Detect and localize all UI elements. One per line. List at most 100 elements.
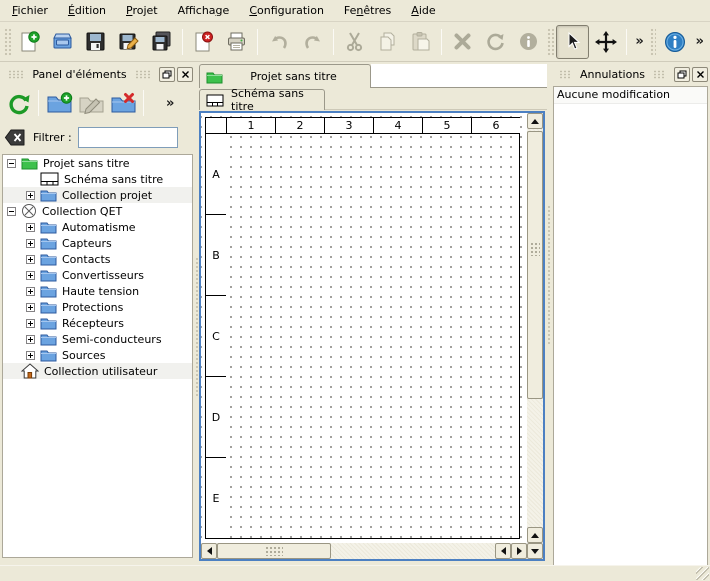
panel-toolbar-overflow-button[interactable]: »	[162, 96, 178, 111]
save-as-button[interactable]	[112, 25, 145, 59]
main-toolbar: » »	[0, 22, 710, 62]
print-button[interactable]	[220, 25, 253, 59]
close-file-icon	[192, 30, 215, 53]
menu-projet[interactable]: Projet	[116, 1, 168, 21]
undo-icon	[268, 30, 291, 53]
info-blue-icon	[663, 30, 687, 54]
reload-icon	[5, 90, 32, 117]
tree-item-collection-qet[interactable]: Collection QET	[3, 203, 192, 219]
open-project-button[interactable]	[46, 25, 79, 59]
menu-fenetres[interactable]: Fenêtres	[334, 1, 401, 21]
row-header: C	[206, 296, 226, 377]
toolbar-drag-handle[interactable]	[4, 28, 11, 56]
expand-expander-icon[interactable]	[26, 255, 35, 264]
schema-canvas[interactable]: 1 2 3 4 5 6 A B C D E	[201, 113, 527, 543]
expand-expander-icon[interactable]	[26, 223, 35, 232]
tree-item-contacts[interactable]: Contacts	[3, 251, 192, 267]
tree-item-schema[interactable]: Schéma sans titre	[3, 171, 192, 187]
tab-projet-sans-titre[interactable]: Projet sans titre	[199, 64, 371, 88]
toolbar-overflow-button[interactable]: »	[631, 34, 647, 49]
home-icon	[21, 363, 39, 379]
toolbar-separator	[333, 29, 334, 55]
tree-item-sources[interactable]: Sources	[3, 347, 192, 363]
expand-expander-icon[interactable]	[26, 351, 35, 360]
float-panel-button[interactable]	[159, 67, 175, 82]
expand-expander-icon[interactable]	[26, 287, 35, 296]
tree-item-project[interactable]: Projet sans titre	[3, 155, 192, 171]
move-tool-button[interactable]	[589, 25, 622, 59]
undo-panel: Annulations Aucune modification	[551, 62, 710, 565]
tree-item-capteurs[interactable]: Capteurs	[3, 235, 192, 251]
menu-affichage[interactable]: Affichage	[168, 1, 240, 21]
element-info-button	[512, 25, 545, 59]
horizontal-scrollbar[interactable]	[201, 543, 527, 559]
tab-bar-empty-area	[371, 64, 547, 88]
tree-item-automatisme[interactable]: Automatisme	[3, 219, 192, 235]
resize-grip[interactable]	[696, 567, 709, 580]
elements-panel-titlebar[interactable]: Panel d'éléments	[2, 64, 193, 84]
menu-configuration[interactable]: Configuration	[239, 1, 334, 21]
tree-item-collection-projet[interactable]: Collection projet	[3, 187, 192, 203]
toolbar-separator	[38, 90, 39, 116]
toolbar-drag-handle[interactable]	[547, 28, 554, 56]
new-category-button[interactable]	[43, 86, 75, 120]
scroll-left-button[interactable]	[495, 543, 511, 559]
tree-item-protections[interactable]: Protections	[3, 299, 192, 315]
expand-expander-icon[interactable]	[26, 271, 35, 280]
menu-edition[interactable]: Édition	[58, 1, 116, 21]
tree-item-convertisseurs[interactable]: Convertisseurs	[3, 267, 192, 283]
frame-corner-cell	[206, 118, 226, 134]
schema-icon	[206, 94, 224, 107]
undo-panel-titlebar[interactable]: Annulations	[553, 64, 708, 84]
close-panel-button[interactable]	[177, 67, 193, 82]
delete-category-button[interactable]	[107, 86, 139, 120]
tree-item-label: Récepteurs	[62, 316, 124, 330]
menu-fichier[interactable]: Fichier	[2, 1, 58, 21]
project-folder-icon	[21, 156, 38, 170]
horizontal-scroll-track[interactable]	[217, 543, 495, 559]
collapse-expander-icon[interactable]	[7, 207, 16, 216]
toolbar-overflow-button[interactable]: »	[691, 34, 707, 49]
save-all-button[interactable]	[145, 25, 178, 59]
clear-filter-button[interactable]	[4, 128, 26, 147]
scroll-left-button[interactable]	[201, 543, 217, 559]
workspace: Projet sans titre Schéma sans titre 1 2 …	[199, 62, 547, 565]
tab-schema-sans-titre[interactable]: Schéma sans titre	[199, 89, 325, 110]
vertical-scroll-track[interactable]	[527, 129, 543, 527]
expand-expander-icon[interactable]	[26, 191, 35, 200]
select-tool-button[interactable]	[556, 25, 589, 59]
save-button[interactable]	[79, 25, 112, 59]
toolbar-drag-handle[interactable]	[650, 28, 657, 56]
scroll-up-button[interactable]	[527, 113, 543, 129]
about-info-button[interactable]	[658, 25, 691, 59]
scroll-right-button[interactable]	[511, 543, 527, 559]
collapse-expander-icon[interactable]	[7, 159, 16, 168]
reload-collections-button[interactable]	[2, 86, 34, 120]
tree-item-recepteurs[interactable]: Récepteurs	[3, 315, 192, 331]
expand-expander-icon[interactable]	[26, 303, 35, 312]
tree-item-label: Convertisseurs	[62, 268, 144, 282]
expand-expander-icon[interactable]	[26, 239, 35, 248]
tree-item-semi-conducteurs[interactable]: Semi-conducteurs	[3, 331, 192, 347]
filter-input[interactable]	[78, 127, 178, 148]
float-panel-button[interactable]	[674, 67, 690, 82]
column-headers: 1 2 3 4 5 6	[226, 118, 520, 134]
undo-list-item[interactable]: Aucune modification	[554, 87, 707, 104]
horizontal-scroll-thumb[interactable]	[217, 543, 331, 559]
folder-icon	[40, 348, 57, 362]
vertical-scroll-thumb[interactable]	[527, 131, 543, 399]
menu-aide[interactable]: Aide	[401, 1, 445, 21]
undo-history-list: Aucune modification	[553, 86, 708, 567]
tree-item-haute-tension[interactable]: Haute tension	[3, 283, 192, 299]
expand-expander-icon[interactable]	[26, 319, 35, 328]
scroll-down-button[interactable]	[527, 543, 543, 559]
close-icon	[696, 70, 705, 79]
vertical-scrollbar[interactable]	[527, 113, 543, 559]
close-file-button[interactable]	[187, 25, 220, 59]
scroll-up-button[interactable]	[527, 527, 543, 543]
expand-expander-icon[interactable]	[26, 335, 35, 344]
schema-paper-frame: 1 2 3 4 5 6 A B C D E	[205, 117, 520, 539]
new-project-button[interactable]	[13, 25, 46, 59]
close-panel-button[interactable]	[692, 67, 708, 82]
tree-item-collection-utilisateur[interactable]: Collection utilisateur	[3, 363, 192, 379]
